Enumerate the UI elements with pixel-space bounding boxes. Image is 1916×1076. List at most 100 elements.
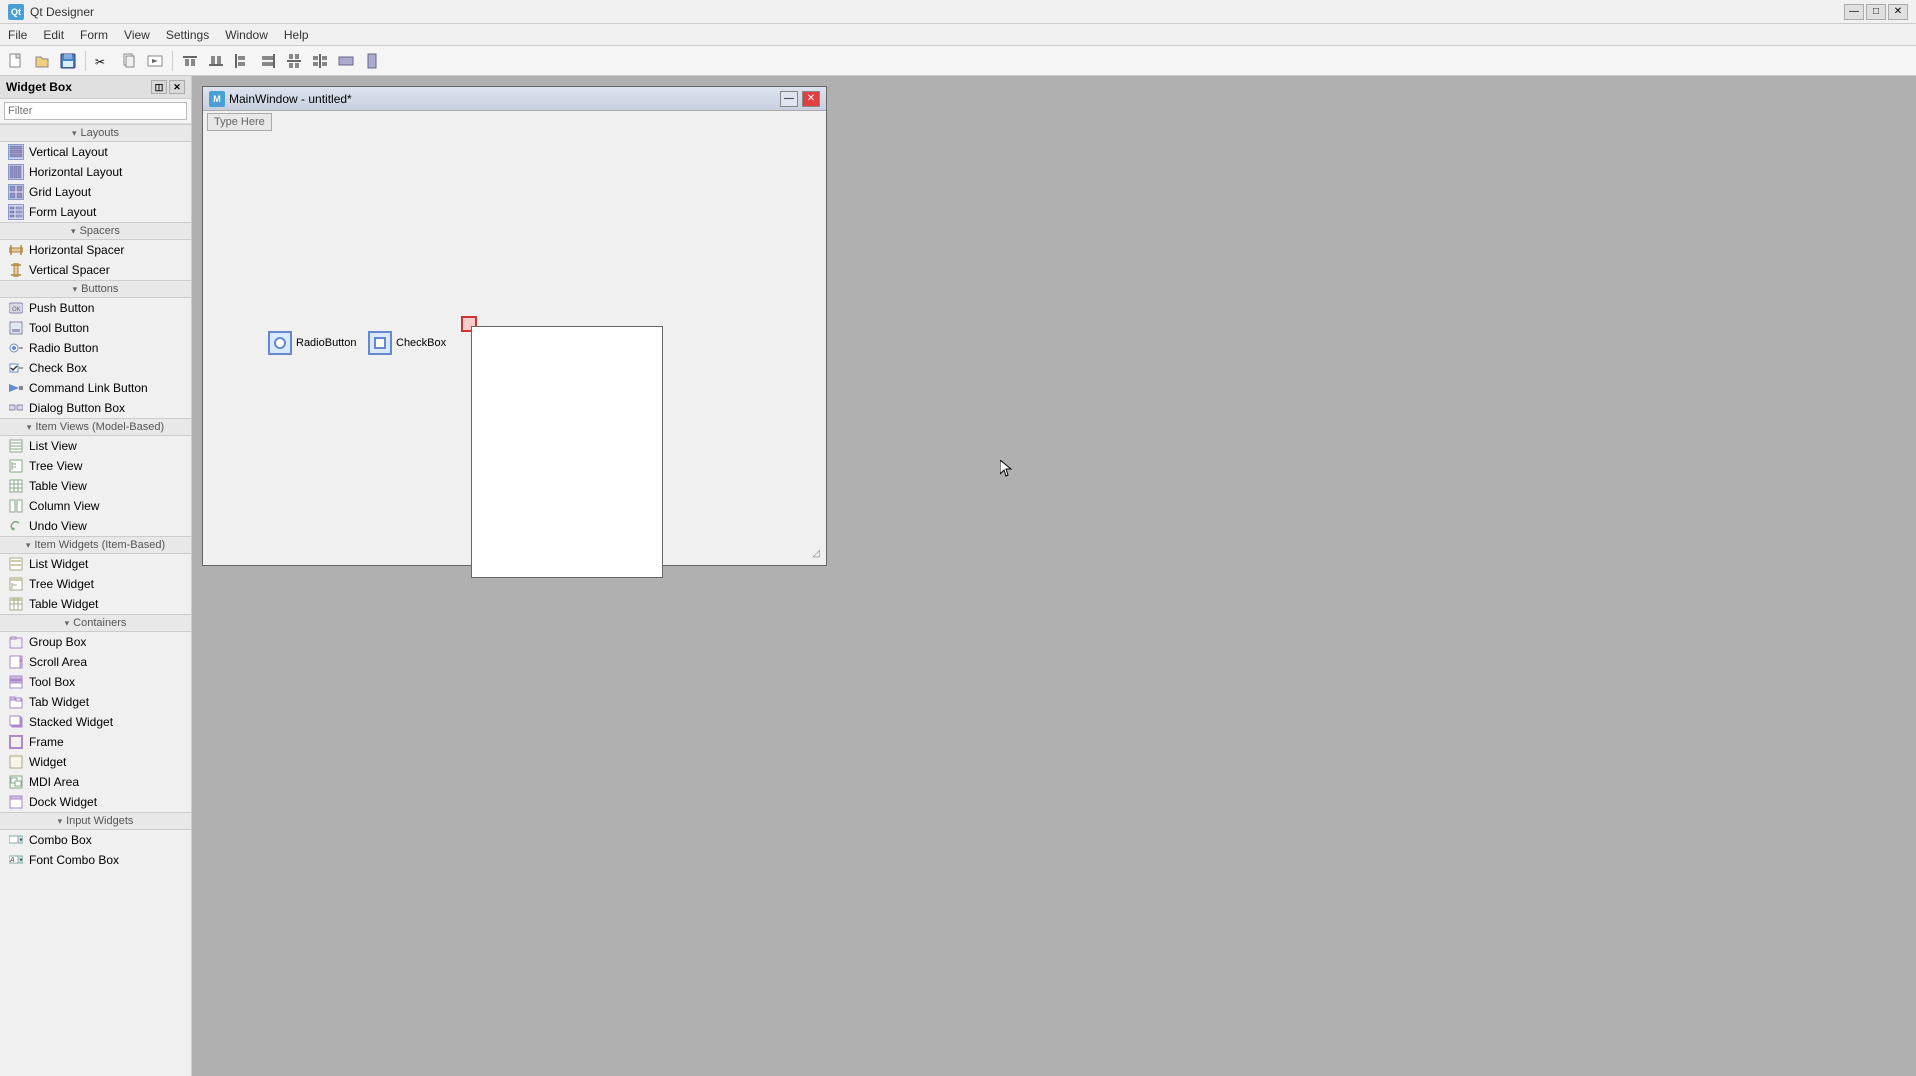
menu-file[interactable]: File	[0, 26, 35, 44]
item-check-box[interactable]: Check Box	[0, 358, 191, 378]
item-tree-widget[interactable]: Tree Widget	[0, 574, 191, 594]
item-list-view[interactable]: List View	[0, 436, 191, 456]
main-window-widget[interactable]: M MainWindow - untitled* — ✕ Type Here R…	[202, 86, 827, 566]
resize-handle[interactable]: ◿	[812, 548, 820, 559]
main-window-icon: M	[209, 91, 225, 107]
widget-box-float-button[interactable]: ◫	[151, 80, 167, 94]
item-frame[interactable]: Frame	[0, 732, 191, 752]
vertical-layout-icon	[8, 144, 24, 160]
main-window-minimize-button[interactable]: —	[780, 91, 798, 107]
item-tool-box[interactable]: Tool Box	[0, 672, 191, 692]
grid-layout-icon	[8, 184, 24, 200]
toolbar-cut-button[interactable]: ✂	[91, 49, 115, 73]
item-dock-widget[interactable]: Dock Widget	[0, 792, 191, 812]
item-grid-layout[interactable]: Grid Layout	[0, 182, 191, 202]
type-here-button[interactable]: Type Here	[207, 113, 272, 131]
toolbar-dist1-button[interactable]	[282, 49, 306, 73]
toolbar-sep2	[172, 51, 173, 71]
menu-settings[interactable]: Settings	[158, 26, 217, 44]
app-close-button[interactable]: ✕	[1888, 4, 1908, 20]
app-title: Qt Designer	[30, 5, 1844, 19]
item-command-link-button[interactable]: Command Link Button	[0, 378, 191, 398]
app-icon: Qt	[8, 4, 24, 20]
undo-view-icon	[8, 518, 24, 534]
push-button-icon: OK	[8, 300, 24, 316]
item-horizontal-spacer[interactable]: Horizontal Spacer	[0, 240, 191, 260]
item-tree-view[interactable]: Tree View	[0, 456, 191, 476]
toolbar-dist2-button[interactable]	[308, 49, 332, 73]
menu-bar: File Edit Form View Settings Window Help	[0, 24, 1916, 46]
widget-box-header: Widget Box ◫ ✕	[0, 76, 191, 99]
mdi-area-icon	[8, 774, 24, 790]
filter-input[interactable]	[4, 102, 187, 120]
item-undo-view[interactable]: Undo View	[0, 516, 191, 536]
toolbar-align2-button[interactable]	[204, 49, 228, 73]
main-window-close-button[interactable]: ✕	[802, 91, 820, 107]
toolbar-align1-button[interactable]	[178, 49, 202, 73]
item-horizontal-layout[interactable]: Horizontal Layout	[0, 162, 191, 182]
toolbar-sep1	[85, 51, 86, 71]
menu-help[interactable]: Help	[276, 26, 317, 44]
radio-button-icon	[8, 340, 24, 356]
widget-box-header-buttons: ◫ ✕	[151, 80, 185, 94]
item-stacked-widget[interactable]: Stacked Widget	[0, 712, 191, 732]
item-vertical-layout[interactable]: Vertical Layout	[0, 142, 191, 162]
section-item-views[interactable]: ▾ Item Views (Model-Based)	[0, 418, 191, 436]
menu-view[interactable]: View	[116, 26, 158, 44]
check-box-icon	[8, 360, 24, 376]
item-radio-button[interactable]: Radio Button	[0, 338, 191, 358]
toolbar-align3-button[interactable]	[230, 49, 254, 73]
checkbox-label: CheckBox	[396, 337, 446, 349]
toolbar-preview-button[interactable]	[143, 49, 167, 73]
toolbar-copy-button[interactable]	[117, 49, 141, 73]
toolbar-open-button[interactable]	[30, 49, 54, 73]
app-maximize-button[interactable]: □	[1866, 4, 1886, 20]
checkbox-widget[interactable]: CheckBox	[368, 331, 446, 355]
toolbar-save-button[interactable]	[56, 49, 80, 73]
horizontal-layout-icon	[8, 164, 24, 180]
item-push-button[interactable]: OK Push Button	[0, 298, 191, 318]
item-table-widget[interactable]: Table Widget	[0, 594, 191, 614]
widget-box-close-button[interactable]: ✕	[169, 80, 185, 94]
item-widget[interactable]: Widget	[0, 752, 191, 772]
item-group-box[interactable]: Group Box	[0, 632, 191, 652]
item-tab-widget[interactable]: Tab Widget	[0, 692, 191, 712]
item-combo-box[interactable]: ▼ Combo Box	[0, 830, 191, 850]
widget-icon	[8, 754, 24, 770]
menu-edit[interactable]: Edit	[35, 26, 72, 44]
item-tool-button[interactable]: Tool Button	[0, 318, 191, 338]
svg-text:✂: ✂	[95, 55, 105, 69]
canvas-area[interactable]: M MainWindow - untitled* — ✕ Type Here R…	[192, 76, 1916, 1076]
toolbar-size1-button[interactable]	[334, 49, 358, 73]
radio-button-widget[interactable]: RadioButton	[268, 331, 357, 355]
item-scroll-area[interactable]: Scroll Area	[0, 652, 191, 672]
menu-form[interactable]: Form	[72, 26, 116, 44]
toolbar-align4-button[interactable]	[256, 49, 280, 73]
item-form-layout[interactable]: Form Layout	[0, 202, 191, 222]
section-input-widgets[interactable]: ▾ Input Widgets	[0, 812, 191, 830]
item-column-view[interactable]: Column View	[0, 496, 191, 516]
section-buttons[interactable]: ▾ Buttons	[0, 280, 191, 298]
section-spacers[interactable]: ▾ Spacers	[0, 222, 191, 240]
item-list-widget[interactable]: List Widget	[0, 554, 191, 574]
svg-text:▼: ▼	[19, 858, 24, 864]
item-font-combo-box[interactable]: A▼ Font Combo Box	[0, 850, 191, 870]
item-dialog-button-box[interactable]: Dialog Button Box	[0, 398, 191, 418]
section-layouts[interactable]: ▾ Layouts	[0, 124, 191, 142]
app-minimize-button[interactable]: —	[1844, 4, 1864, 20]
checkbox-handle	[368, 331, 392, 355]
item-mdi-area[interactable]: MDI Area	[0, 772, 191, 792]
section-containers[interactable]: ▾ Containers	[0, 614, 191, 632]
tab-widget-icon	[8, 694, 24, 710]
selected-widget[interactable]	[471, 326, 663, 578]
item-vertical-spacer[interactable]: Vertical Spacer	[0, 260, 191, 280]
toolbar-new-button[interactable]	[4, 49, 28, 73]
svg-text:▼: ▼	[19, 838, 24, 844]
menu-window[interactable]: Window	[217, 26, 276, 44]
toolbar-size2-button[interactable]	[360, 49, 384, 73]
item-table-view[interactable]: Table View	[0, 476, 191, 496]
main-window-titlebar: M MainWindow - untitled* — ✕	[203, 87, 826, 111]
widget-list: ▾ Layouts Vertical Layout Horizontal Lay…	[0, 124, 191, 1076]
svg-text:A: A	[9, 857, 15, 864]
section-item-widgets[interactable]: ▾ Item Widgets (Item-Based)	[0, 536, 191, 554]
